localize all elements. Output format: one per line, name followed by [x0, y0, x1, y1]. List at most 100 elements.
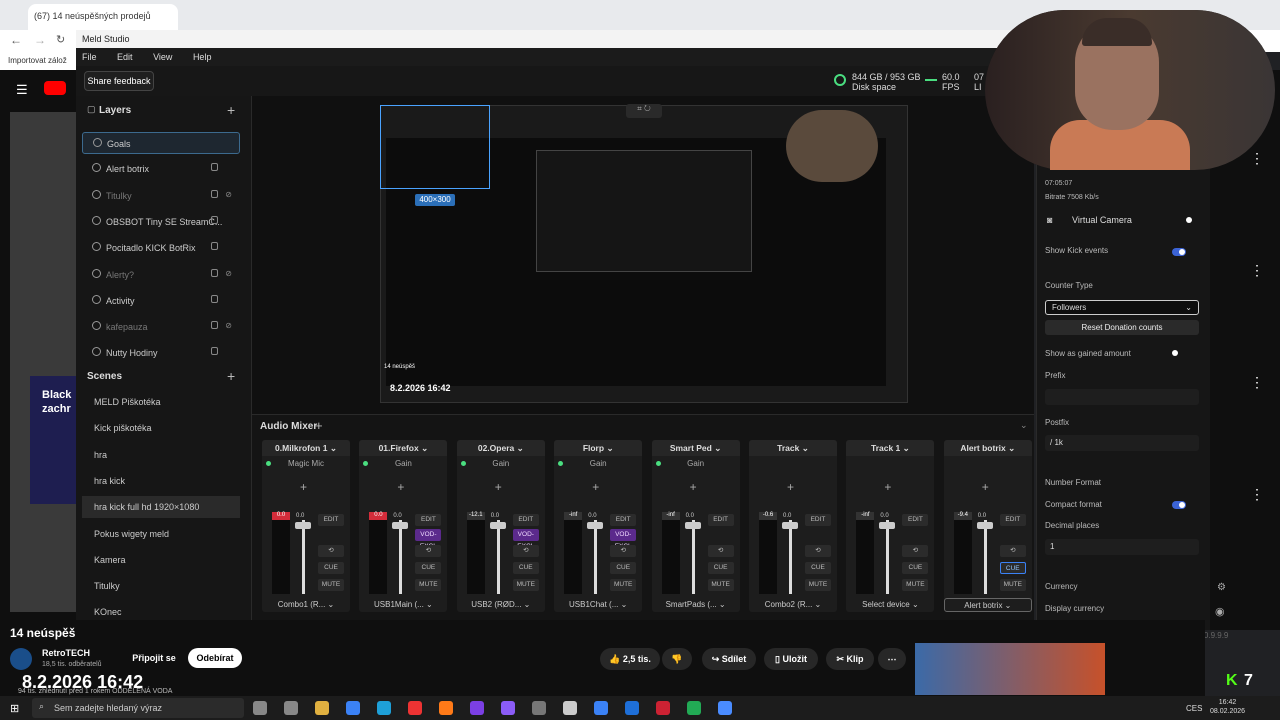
- volume-fader[interactable]: [983, 520, 987, 594]
- volume-fader[interactable]: [302, 520, 305, 594]
- lock-icon[interactable]: [211, 347, 218, 356]
- lock-icon[interactable]: [211, 163, 218, 172]
- share-feedback-button[interactable]: Share feedback: [84, 71, 154, 91]
- firefox-icon[interactable]: [439, 701, 453, 715]
- cue-button[interactable]: CUE: [610, 562, 637, 574]
- taskbar-search-input[interactable]: Sem zadejte hledaný výraz: [32, 698, 244, 718]
- add-filter-icon[interactable]: +: [300, 480, 307, 494]
- mute-button[interactable]: MUTE: [805, 579, 831, 591]
- layer-item[interactable]: Alert botrix: [82, 158, 240, 180]
- monitor-icon[interactable]: ⟲: [512, 545, 539, 557]
- channel-avatar[interactable]: [10, 648, 32, 670]
- layer-selection-box[interactable]: [380, 105, 490, 189]
- settings-icon[interactable]: [532, 701, 546, 715]
- mail-icon[interactable]: [625, 701, 639, 715]
- volume-fader[interactable]: [789, 520, 792, 594]
- cue-button[interactable]: CUE: [415, 562, 442, 574]
- share-button[interactable]: ↪ Sdílet: [702, 648, 756, 670]
- lock-icon[interactable]: [211, 268, 218, 277]
- store-icon[interactable]: [346, 701, 360, 715]
- channel-name[interactable]: 01.Firefox ⌄: [359, 440, 448, 456]
- device-select[interactable]: USB2 (RØD... ⌄: [457, 598, 545, 612]
- back-icon[interactable]: ←: [10, 33, 22, 47]
- app-icon[interactable]: [687, 701, 701, 715]
- monitor-icon[interactable]: ⟲: [415, 545, 442, 557]
- volume-fader-handle[interactable]: [489, 522, 506, 529]
- add-scene-button[interactable]: +: [227, 368, 235, 384]
- device-select[interactable]: SmartPads (... ⌄: [652, 598, 740, 612]
- channel-name[interactable]: Track ⌄: [749, 440, 837, 456]
- counter-type-select[interactable]: Followers ⌄: [1045, 300, 1199, 315]
- add-filter-icon[interactable]: +: [787, 480, 794, 494]
- layer-item[interactable]: Titulky ⊘: [82, 185, 240, 207]
- lock-icon[interactable]: [211, 242, 218, 251]
- device-select[interactable]: USB1Chat (... ⌄: [554, 598, 642, 612]
- scene-item[interactable]: MELD Piškotéka: [82, 391, 240, 413]
- volume-fader[interactable]: [594, 520, 598, 594]
- add-filter-icon[interactable]: +: [982, 480, 989, 494]
- edit-button[interactable]: EDIT: [318, 514, 344, 526]
- cue-button[interactable]: CUE: [902, 562, 929, 574]
- steam-icon[interactable]: [718, 701, 732, 715]
- meld-icon[interactable]: [594, 701, 608, 715]
- volume-fader-handle[interactable]: [587, 522, 604, 529]
- mute-button[interactable]: MUTE: [415, 579, 442, 591]
- prefix-input[interactable]: [1045, 389, 1199, 405]
- save-button[interactable]: ▯ Uložit: [764, 648, 818, 670]
- layer-item[interactable]: Alerty? ⊘: [82, 264, 240, 286]
- mute-button[interactable]: MUTE: [610, 579, 637, 591]
- cue-button[interactable]: CUE: [805, 562, 831, 574]
- edit-button[interactable]: EDIT: [902, 514, 929, 526]
- mute-button[interactable]: MUTE: [318, 579, 344, 591]
- show-kick-events-toggle[interactable]: [1172, 248, 1186, 256]
- add-filter-icon[interactable]: +: [884, 480, 891, 494]
- folder-icon[interactable]: [315, 701, 329, 715]
- task-view-icon[interactable]: [253, 701, 267, 715]
- channel-name[interactable]: 0.Milkrofon 1 ⌄: [262, 440, 350, 456]
- volume-fader-handle[interactable]: [976, 522, 993, 529]
- channel-filter[interactable]: Gain: [652, 459, 740, 468]
- monitor-icon[interactable]: ⟲: [318, 545, 344, 557]
- cue-button[interactable]: CUE: [318, 562, 344, 574]
- edit-button[interactable]: EDIT: [707, 514, 734, 526]
- volume-fader[interactable]: [496, 520, 500, 594]
- layer-item[interactable]: Activity: [82, 290, 240, 312]
- monitor-icon[interactable]: ⟲: [999, 545, 1026, 557]
- channel-filter[interactable]: Gain: [554, 459, 642, 468]
- reload-icon[interactable]: ↻: [56, 33, 65, 46]
- language-indicator[interactable]: CES: [1186, 704, 1202, 713]
- avatar-icon[interactable]: ◉: [1215, 605, 1225, 618]
- add-layer-button[interactable]: +: [227, 102, 235, 118]
- cue-button[interactable]: CUE: [512, 562, 539, 574]
- monitor-icon[interactable]: ⟲: [805, 545, 831, 557]
- clip-button[interactable]: ✂ Klip: [826, 648, 874, 670]
- mute-button[interactable]: MUTE: [999, 579, 1026, 591]
- app-icon[interactable]: [656, 701, 670, 715]
- menu-file[interactable]: File: [82, 52, 97, 62]
- app-icon[interactable]: [501, 701, 515, 715]
- channel-name[interactable]: RetroTECH: [42, 648, 90, 658]
- crop-icon[interactable]: ⌗ ↻: [626, 104, 662, 118]
- bookmark-item[interactable]: Importovat zálož: [0, 52, 80, 70]
- scene-item[interactable]: hra: [82, 444, 240, 466]
- browser-tab[interactable]: (67) 14 neúspěšných prodejů: [28, 4, 178, 30]
- layer-item[interactable]: Goals: [82, 132, 240, 154]
- volume-fader-handle[interactable]: [782, 522, 798, 529]
- layer-item[interactable]: kafepauza ⊘: [82, 316, 240, 338]
- monitor-icon[interactable]: ⟲: [707, 545, 734, 557]
- app-icon[interactable]: [563, 701, 577, 715]
- compact-format-toggle[interactable]: [1172, 501, 1186, 509]
- channel-filter[interactable]: Gain: [457, 459, 545, 468]
- menu-icon[interactable]: ☰: [16, 82, 28, 98]
- lock-icon[interactable]: [211, 294, 218, 303]
- channel-filter[interactable]: Magic Mic: [262, 459, 350, 468]
- cue-button[interactable]: CUE: [999, 562, 1026, 574]
- device-select[interactable]: Alert botrix ⌄: [943, 598, 1032, 612]
- add-filter-icon[interactable]: +: [397, 480, 404, 494]
- show-gained-toggle[interactable]: [1172, 350, 1178, 356]
- more-icon[interactable]: ⋮: [1250, 262, 1264, 279]
- lock-icon[interactable]: [211, 321, 218, 330]
- forward-icon[interactable]: →: [34, 33, 46, 47]
- scene-item[interactable]: Kick piškotéka: [82, 417, 240, 439]
- volume-fader[interactable]: [886, 520, 890, 594]
